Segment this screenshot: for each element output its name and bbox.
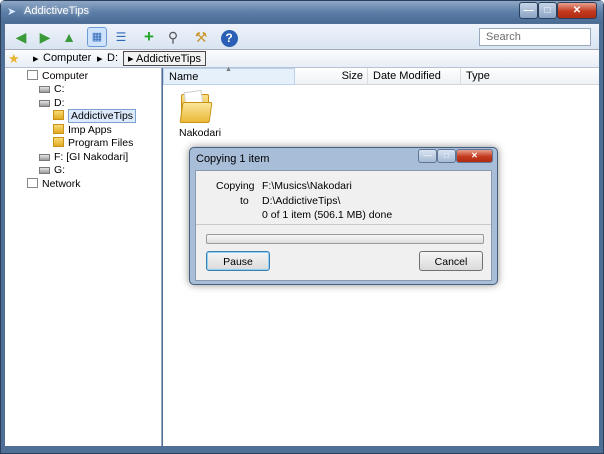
favorites-star-icon[interactable]: ★ — [8, 51, 20, 67]
copy-progress-bar — [206, 234, 484, 244]
column-header: Name ▲ Size Date Modified Type — [163, 66, 599, 85]
computer-icon — [27, 70, 38, 80]
dialog-title: Copying 1 item — [196, 153, 270, 165]
tree-item-program-files[interactable]: Program Files — [53, 137, 133, 149]
address-bar: ★ ▸ Computer ▸ D: ▸ AddictiveTips — [5, 50, 599, 68]
search-input[interactable]: Search — [479, 28, 591, 46]
breadcrumb-computer[interactable]: Computer — [43, 52, 91, 64]
tree-item-g[interactable]: G: — [39, 164, 65, 176]
drive-icon — [39, 154, 50, 161]
network-icon — [27, 178, 38, 188]
cancel-button[interactable]: Cancel — [419, 251, 483, 271]
source-path: F:\Musics\Nakodari — [262, 180, 352, 192]
file-item-label[interactable]: Nakodari — [179, 127, 221, 139]
breadcrumb-current[interactable]: ▸ AddictiveTips — [123, 51, 206, 66]
folder-icon — [53, 137, 64, 147]
copy-dialog: Copying 1 item — □ ✕ Copying F:\Musics\N… — [189, 147, 498, 285]
minimize-button[interactable]: — — [519, 2, 538, 19]
tree-item-f[interactable]: F: [GI Nakodari] — [39, 151, 128, 163]
help-icon[interactable]: ? — [219, 27, 239, 47]
dialog-maximize-button[interactable]: □ — [437, 149, 456, 163]
breadcrumb-arrow-icon[interactable]: ▸ — [97, 52, 103, 65]
tree-item-d[interactable]: D: — [39, 97, 65, 109]
title-bar[interactable]: ➤ AddictiveTips — □ ✕ — [1, 1, 603, 23]
dialog-minimize-button[interactable]: — — [418, 149, 437, 163]
sort-arrow-icon: ▲ — [225, 66, 232, 73]
folder-icon — [53, 124, 64, 134]
destination-path: D:\AddictiveTips\ — [262, 195, 341, 207]
drive-icon — [39, 86, 50, 93]
window-title: AddictiveTips — [24, 5, 90, 17]
tree-item-computer[interactable]: Computer — [27, 70, 88, 82]
dialog-body: Copying F:\Musics\Nakodari to D:\Addicti… — [195, 170, 492, 281]
tree-item-c[interactable]: C: — [39, 83, 65, 95]
tree-item-imp-apps[interactable]: Imp Apps — [53, 124, 112, 136]
tree-item-addictivetips[interactable]: AddictiveTips — [53, 109, 137, 123]
column-size[interactable]: Size — [296, 68, 368, 85]
back-arrow-icon[interactable]: ◀ — [11, 27, 31, 47]
column-type[interactable]: Type — [461, 68, 599, 85]
close-button[interactable]: ✕ — [557, 2, 597, 19]
breadcrumb-arrow-icon[interactable]: ▸ — [33, 52, 39, 65]
breadcrumb-current-label: AddictiveTips — [135, 53, 201, 65]
breadcrumb-d[interactable]: D: — [107, 52, 118, 64]
drive-icon — [39, 100, 50, 107]
to-label: to — [240, 195, 249, 207]
icon-view-icon[interactable]: ▦ — [87, 27, 107, 47]
folder-tree: Computer C: D: AddictiveTips Imp Apps Pr… — [5, 68, 162, 446]
forward-arrow-icon[interactable]: ▶ — [35, 27, 55, 47]
copying-label: Copying — [216, 180, 255, 192]
maximize-button[interactable]: □ — [538, 2, 557, 19]
tree-item-network[interactable]: Network — [27, 178, 81, 190]
pause-button[interactable]: Pause — [206, 251, 270, 271]
status-bar — [5, 446, 599, 452]
folder-icon — [53, 110, 64, 120]
details-view-icon[interactable]: ☰ — [111, 27, 131, 47]
toolbar: ◀ ▶ ▲ ▦ ☰ + ⚲ ⚒ ? Search — [5, 24, 599, 50]
progress-text: 0 of 1 item (506.1 MB) done — [262, 209, 393, 221]
up-arrow-icon[interactable]: ▲ — [59, 27, 79, 47]
dialog-divider — [196, 224, 491, 225]
magnifier-icon[interactable]: ⚲ — [163, 27, 183, 47]
drive-icon — [39, 167, 50, 174]
tools-icon[interactable]: ⚒ — [191, 27, 211, 47]
folder-icon[interactable] — [179, 89, 213, 124]
column-date-modified[interactable]: Date Modified — [368, 68, 461, 85]
app-bird-icon: ➤ — [7, 6, 17, 18]
dialog-close-button[interactable]: ✕ — [456, 149, 493, 163]
add-icon[interactable]: + — [139, 27, 159, 47]
